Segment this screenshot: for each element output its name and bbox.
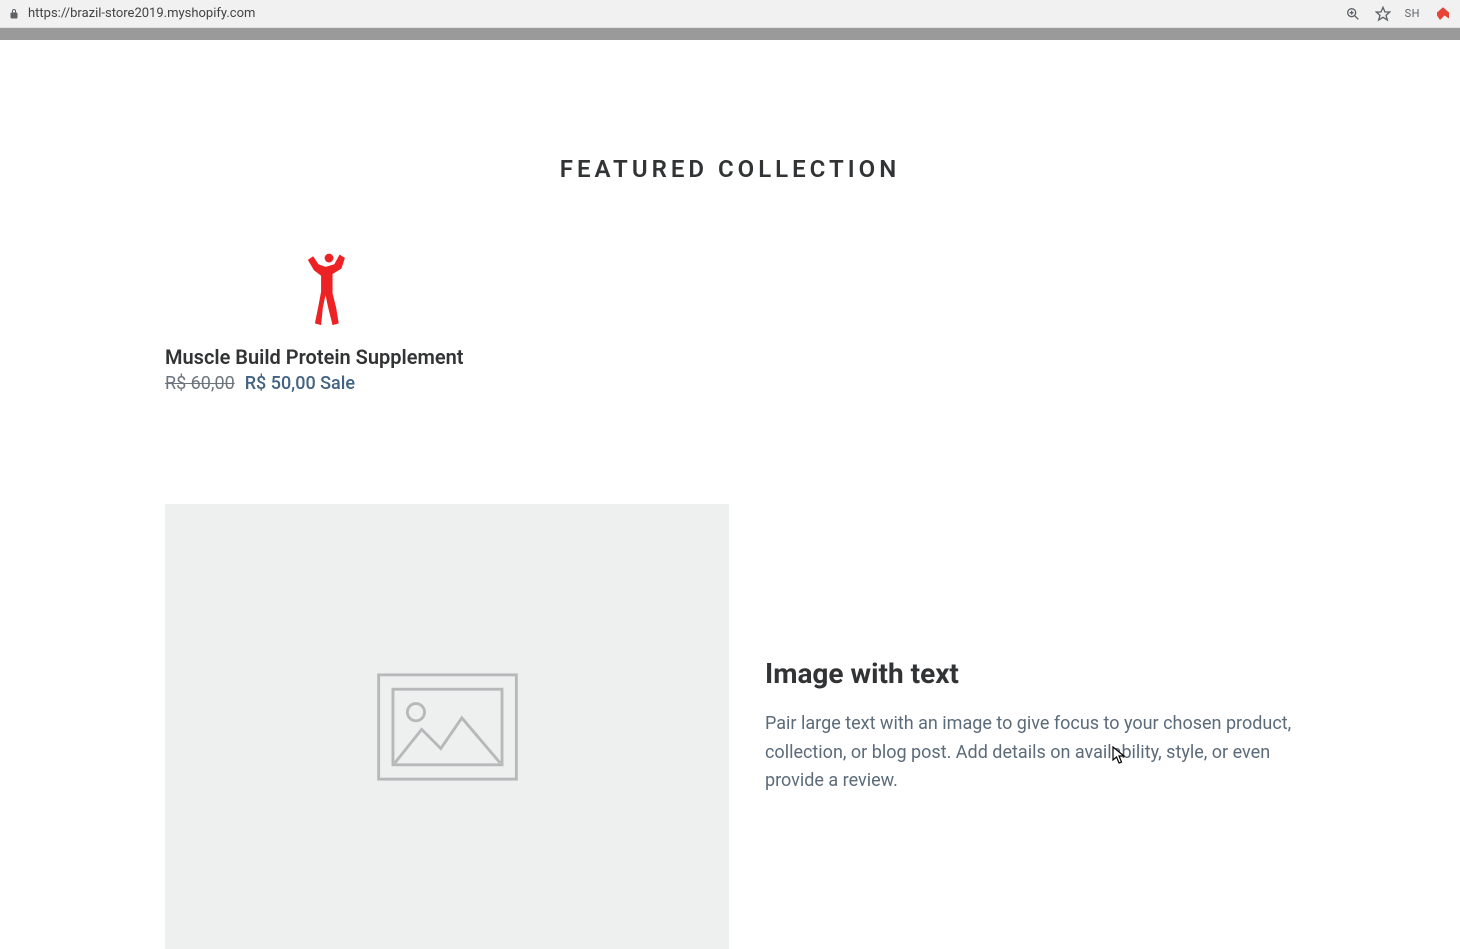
image-text-heading: Image with text [765, 657, 1295, 690]
page-content: FEATURED COLLECTION Muscle Build Protein… [0, 40, 1460, 949]
image-placeholder-icon [375, 672, 520, 782]
product-image [165, 243, 485, 333]
url-text: https://brazil-store2019.myshopify.com [28, 6, 255, 21]
text-column: Image with text Pair large text with an … [765, 504, 1295, 949]
bookmark-star-icon[interactable] [1375, 6, 1391, 22]
product-price: R$ 60,00 R$ 50,00 Sale [165, 373, 485, 394]
price-compare: R$ 60,00 [165, 373, 235, 394]
placeholder-image [165, 504, 729, 949]
image-text-body: Pair large text with an image to give fo… [765, 710, 1295, 796]
url-box[interactable]: https://brazil-store2019.myshopify.com [8, 6, 1345, 21]
section-title: FEATURED COLLECTION [0, 155, 1460, 183]
browser-actions: SH [1345, 5, 1452, 23]
featured-collection: Muscle Build Protein Supplement R$ 60,00… [165, 183, 1295, 394]
lock-icon [8, 8, 20, 20]
bodybuilder-icon [298, 251, 353, 326]
browser-user-badge[interactable]: SH [1405, 7, 1420, 20]
product-card[interactable]: Muscle Build Protein Supplement R$ 60,00… [165, 243, 485, 394]
browser-address-bar: https://brazil-store2019.myshopify.com S… [0, 0, 1460, 28]
zoom-icon[interactable] [1345, 6, 1361, 22]
product-title: Muscle Build Protein Supplement [165, 345, 485, 369]
price-sale: R$ 50,00 Sale [245, 373, 355, 394]
extension-icon[interactable] [1434, 5, 1452, 23]
image-with-text-section: Image with text Pair large text with an … [165, 504, 1295, 949]
top-announcement-bar [0, 28, 1460, 40]
